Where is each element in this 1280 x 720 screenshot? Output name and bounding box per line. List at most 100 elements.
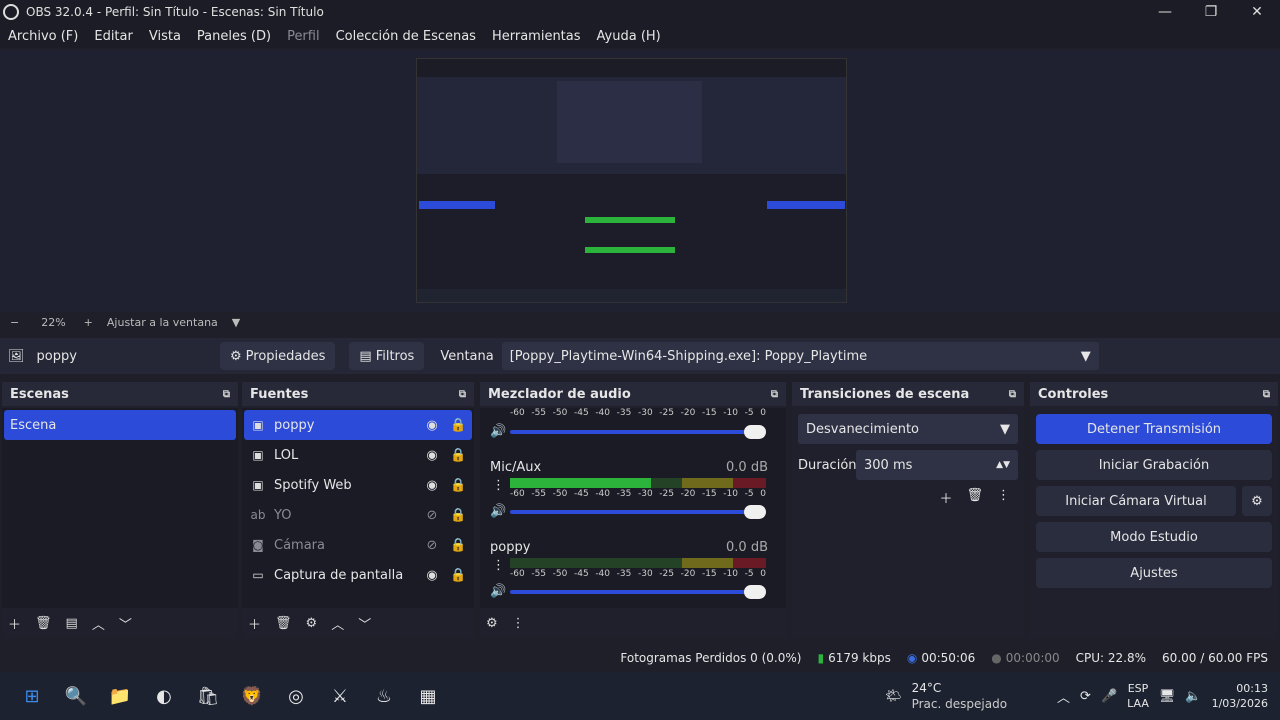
source-item[interactable]: ▣ LOL ◉ 🔒	[244, 440, 472, 470]
trash-icon[interactable]: 🗑	[966, 488, 983, 507]
fit-window-button[interactable]: Ajustar a la ventana	[107, 316, 218, 329]
language[interactable]: ESP	[1128, 681, 1149, 696]
brave-icon[interactable]: 🦁	[230, 674, 274, 718]
stop-stream-button[interactable]: Detener Transmisión	[1036, 414, 1272, 444]
sync-icon[interactable]: ⟳	[1080, 689, 1091, 704]
eye-icon[interactable]: ◉	[424, 448, 440, 463]
menu-archivo[interactable]: Archivo (F)	[8, 29, 78, 44]
undock-icon[interactable]: ⧉	[1009, 389, 1016, 400]
text-icon: ab	[250, 508, 266, 522]
source-item[interactable]: ◙ Cámara ⊘ 🔒	[244, 530, 472, 560]
chevron-down-icon[interactable]: ▼	[232, 316, 240, 329]
gear-icon[interactable]: ⚙	[1242, 486, 1272, 516]
menu-editar[interactable]: Editar	[94, 29, 133, 44]
zoom-bar: − 22% + Ajustar a la ventana ▼	[0, 312, 1280, 332]
more-icon[interactable]: ⋮	[492, 478, 505, 493]
chevron-up-icon[interactable]: ︿	[92, 614, 105, 633]
edge-icon[interactable]: ◐	[142, 674, 186, 718]
store-icon[interactable]: 🛍	[186, 674, 230, 718]
settings-button[interactable]: Ajustes	[1036, 558, 1272, 588]
undock-icon[interactable]: ⧉	[771, 389, 778, 400]
more-icon[interactable]: ⋮	[492, 558, 505, 573]
trash-icon[interactable]: 🗑	[35, 616, 52, 631]
controls-title: Controles	[1038, 386, 1109, 402]
transition-select[interactable]: Desvanecimiento ▼	[798, 414, 1018, 444]
undock-icon[interactable]: ⧉	[459, 389, 466, 400]
lock-icon[interactable]: 🔒	[450, 478, 466, 493]
volume-slider[interactable]	[510, 585, 766, 599]
volume-slider[interactable]	[510, 425, 766, 439]
lock-icon[interactable]: 🔒	[450, 568, 466, 583]
menu-vista[interactable]: Vista	[149, 29, 181, 44]
add-icon[interactable]: ＋	[8, 614, 21, 633]
lock-icon[interactable]: 🔒	[450, 448, 466, 463]
maximize-icon[interactable]: ❐	[1188, 0, 1234, 24]
menu-ayuda[interactable]: Ayuda (H)	[597, 29, 661, 44]
chevron-up-icon[interactable]: ︿	[331, 614, 344, 633]
menu-paneles[interactable]: Paneles (D)	[197, 29, 271, 44]
gear-icon[interactable]: ⚙	[306, 616, 318, 631]
network-icon[interactable]: 🖥	[1159, 689, 1176, 704]
stepper-icon[interactable]: ▲▼	[996, 460, 1010, 470]
studio-mode-button[interactable]: Modo Estudio	[1036, 522, 1272, 552]
volume-slider[interactable]	[510, 505, 766, 519]
scale-tick: -25	[659, 569, 674, 579]
add-icon[interactable]: ＋	[248, 614, 261, 633]
add-icon[interactable]: ＋	[939, 488, 952, 507]
start-record-button[interactable]: Iniciar Grabación	[1036, 450, 1272, 480]
mic-icon[interactable]: 🎤	[1101, 689, 1117, 704]
lock-icon[interactable]: 🔒	[450, 418, 466, 433]
volume-icon[interactable]: 🔈	[1185, 689, 1201, 704]
eye-hidden-icon[interactable]: ⊘	[424, 538, 440, 553]
poppy-playtime-icon[interactable]: ▦	[406, 674, 450, 718]
more-icon[interactable]: ⋮	[512, 616, 525, 631]
more-icon[interactable]: ⋮	[997, 488, 1010, 507]
windows-start-icon[interactable]: ⊞	[10, 674, 54, 718]
obs-icon[interactable]: ◎	[274, 674, 318, 718]
search-icon[interactable]: 🔍	[54, 674, 98, 718]
steam-icon[interactable]: ♨	[362, 674, 406, 718]
properties-button[interactable]: ⚙ Propiedades	[220, 342, 336, 370]
menu-coleccion[interactable]: Colección de Escenas	[336, 29, 476, 44]
scale-tick: -45	[573, 408, 589, 418]
speaker-icon[interactable]: 🔊	[490, 584, 506, 599]
close-icon[interactable]: ✕	[1234, 0, 1280, 24]
mixer-channel: -60 -55 -50 -45 -40 -35 -30 -25 -20 -15 -10 -5 0 🔊	[480, 408, 786, 458]
duration-input[interactable]: 300 ms ▲▼	[856, 450, 1018, 480]
chevron-up-icon[interactable]: ︿	[1057, 687, 1070, 706]
lock-icon[interactable]: 🔒	[450, 538, 466, 553]
eye-hidden-icon[interactable]: ⊘	[424, 508, 440, 523]
menu-perfil[interactable]: Perfil	[287, 29, 320, 44]
undock-icon[interactable]: ⧉	[223, 389, 230, 400]
fps: 60.00 / 60.00 FPS	[1162, 651, 1268, 665]
undock-icon[interactable]: ⧉	[1263, 389, 1270, 400]
speaker-icon[interactable]: 🔊	[490, 424, 506, 439]
chevron-down-icon[interactable]: ﹀	[358, 614, 371, 633]
zoom-out-button[interactable]: −	[10, 316, 19, 329]
zoom-in-button[interactable]: +	[84, 316, 93, 329]
source-item[interactable]: ab YO ⊘ 🔒	[244, 500, 472, 530]
source-item[interactable]: ▣ poppy ◉ 🔒	[244, 410, 472, 440]
duration-label: Duración	[798, 457, 857, 473]
window-select[interactable]: [Poppy_Playtime-Win64-Shipping.exe]: Pop…	[501, 342, 1099, 370]
filter-icon[interactable]: ▤	[66, 616, 78, 631]
menu-herramientas[interactable]: Herramientas	[492, 29, 581, 44]
virtual-cam-button[interactable]: Iniciar Cámara Virtual	[1036, 486, 1236, 516]
file-explorer-icon[interactable]: 📁	[98, 674, 142, 718]
source-item[interactable]: ▭ Captura de pantalla ◉ 🔒	[244, 560, 472, 590]
eye-icon[interactable]: ◉	[424, 568, 440, 583]
gear-icon[interactable]: ⚙	[486, 616, 498, 631]
source-item[interactable]: ▣ Spotify Web ◉ 🔒	[244, 470, 472, 500]
scene-item[interactable]: Escena	[4, 410, 236, 440]
trash-icon[interactable]: 🗑	[275, 616, 292, 631]
chevron-down-icon[interactable]: ﹀	[119, 614, 132, 633]
eye-icon[interactable]: ◉	[424, 418, 440, 433]
minimize-icon[interactable]: —	[1142, 0, 1188, 24]
eye-icon[interactable]: ◉	[424, 478, 440, 493]
filters-button[interactable]: ▤ Filtros	[349, 342, 425, 370]
speaker-icon[interactable]: 🔊	[490, 504, 506, 519]
lock-icon[interactable]: 🔒	[450, 508, 466, 523]
lol-icon[interactable]: ⚔	[318, 674, 362, 718]
filter-icon: ▤	[359, 348, 372, 364]
scale-tick: -50	[552, 569, 568, 579]
